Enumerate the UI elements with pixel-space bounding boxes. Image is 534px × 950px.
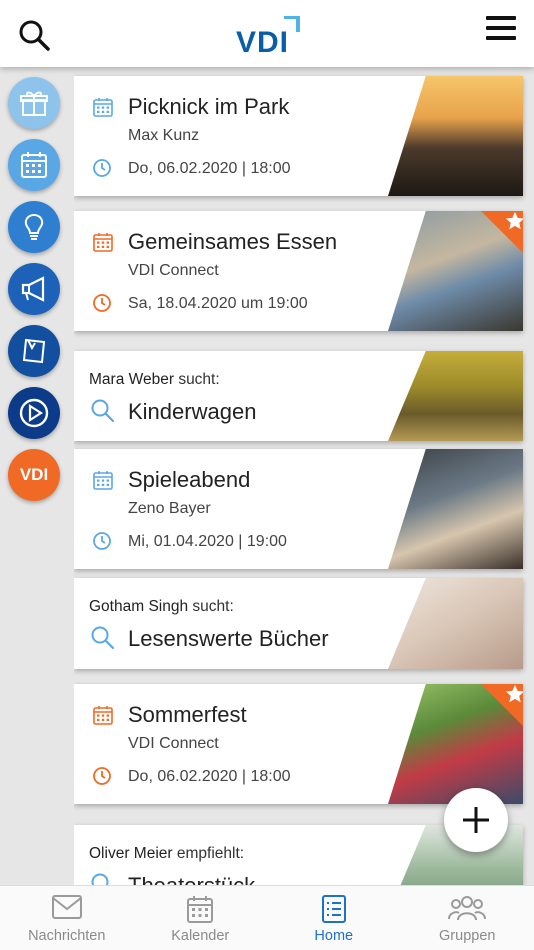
- clock-icon: [92, 293, 112, 318]
- event-card[interactable]: Picknick im Park Max Kunz Do, 06.02.2020 |…: [74, 76, 523, 196]
- request-verb: sucht:: [178, 371, 220, 388]
- search-request-card[interactable]: Gotham Singh sucht: Lesenswerte Bücher: [74, 578, 523, 669]
- request-author-line: Gotham Singh sucht:: [89, 598, 234, 616]
- event-title: Gemeinsames Essen: [128, 229, 338, 254]
- vdi-logo-icon: VDI: [19, 465, 49, 484]
- tab-label: Nachrichten: [28, 928, 106, 944]
- event-title: Spieleabend: [128, 467, 251, 492]
- bookmark-tag-icon: [19, 336, 49, 366]
- event-card[interactable]: Sommerfest VDI Connect Do, 06.02.2020 | 18…: [74, 684, 523, 804]
- gift-icon: [19, 88, 49, 118]
- card-photo: [388, 578, 523, 669]
- clock-icon: [92, 531, 112, 556]
- menu-icon[interactable]: [486, 16, 516, 42]
- event-datetime: Do, 06.02.2020 | 18:00: [128, 768, 291, 785]
- plus-icon: [463, 807, 489, 833]
- megaphone-icon: [19, 274, 49, 304]
- rail-button-play[interactable]: [8, 387, 60, 439]
- card-photo: [388, 351, 523, 441]
- tab-label: Gruppen: [439, 928, 496, 944]
- tab-kalender[interactable]: Kalender: [134, 886, 268, 950]
- rail-button-gift[interactable]: [8, 77, 60, 129]
- event-organizer: VDI Connect: [128, 262, 219, 279]
- quick-category-rail: VDI: [0, 67, 68, 885]
- event-organizer: VDI Connect: [128, 735, 219, 752]
- calendar-icon: [92, 231, 114, 258]
- card-photo: [388, 449, 523, 569]
- tab-home[interactable]: Home: [267, 886, 401, 950]
- tab-nachrichten[interactable]: Nachrichten: [0, 886, 134, 950]
- clock-icon: [92, 766, 112, 791]
- request-title: Kinderwagen: [128, 399, 257, 424]
- event-title: Picknick im Park: [128, 94, 290, 119]
- event-card[interactable]: Spieleabend Zeno Bayer Mi, 01.04.2020 | 19…: [74, 449, 523, 569]
- play-icon: [18, 397, 50, 429]
- app-header: VDI: [0, 0, 534, 67]
- calendar-icon: [92, 96, 114, 123]
- search-icon: [90, 872, 116, 885]
- rail-button-megaphone[interactable]: [8, 263, 60, 315]
- card-photo: [388, 76, 523, 196]
- rail-button-bookmark-tag[interactable]: [8, 325, 60, 377]
- request-author: Mara Weber: [89, 371, 174, 388]
- search-icon: [90, 398, 116, 429]
- event-organizer: Max Kunz: [128, 127, 200, 144]
- search-request-card[interactable]: Mara Weber sucht: Kinderwagen: [74, 351, 523, 441]
- request-verb: empfiehlt:: [176, 845, 245, 862]
- calendar-icon: [92, 704, 114, 731]
- calendar-icon: [186, 894, 214, 929]
- tab-gruppen[interactable]: Gruppen: [401, 886, 534, 950]
- event-datetime: Sa, 18.04.2020 um 19:00: [128, 295, 308, 312]
- rail-button-vdi-logo[interactable]: VDI: [8, 449, 60, 501]
- rail-button-lightbulb[interactable]: [8, 201, 60, 253]
- search-icon[interactable]: [17, 18, 51, 52]
- request-title: Theaterstück: [128, 873, 255, 885]
- event-datetime: Do, 06.02.2020 | 18:00: [128, 160, 291, 177]
- search-icon: [90, 625, 116, 656]
- group-icon: [448, 894, 487, 927]
- tab-label: Home: [314, 928, 354, 944]
- vdi-logo[interactable]: VDI: [234, 16, 300, 59]
- request-author: Gotham Singh: [89, 598, 189, 615]
- event-datetime: Mi, 01.04.2020 | 19:00: [128, 533, 287, 550]
- request-author: Oliver Meier: [89, 845, 173, 862]
- clock-icon: [92, 158, 112, 183]
- event-card[interactable]: Gemeinsames Essen VDI Connect Sa, 18.04.20…: [74, 211, 523, 331]
- calendar-icon: [19, 150, 49, 180]
- bottom-tab-bar: Nachrichten Kalender Home Gruppen: [0, 885, 534, 950]
- request-author-line: Oliver Meier empfiehlt:: [89, 845, 244, 863]
- add-button[interactable]: [444, 788, 508, 852]
- calendar-icon: [92, 469, 114, 496]
- request-verb: sucht:: [192, 598, 234, 615]
- request-title: Lesenswerte Bücher: [128, 626, 329, 651]
- rail-button-calendar[interactable]: [8, 139, 60, 191]
- mail-icon: [51, 894, 83, 925]
- activity-feed: Picknick im Park Max Kunz Do, 06.02.2020 |…: [74, 67, 534, 885]
- event-title: Sommerfest: [128, 702, 247, 727]
- tab-label: Kalender: [171, 928, 230, 944]
- list-icon: [321, 894, 347, 929]
- lightbulb-icon: [19, 212, 49, 242]
- request-author-line: Mara Weber sucht:: [89, 371, 220, 389]
- event-organizer: Zeno Bayer: [128, 500, 211, 517]
